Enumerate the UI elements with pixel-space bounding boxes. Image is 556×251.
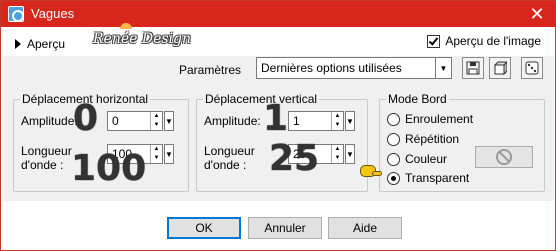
radio-repetition[interactable]: Répétition xyxy=(387,132,459,146)
radio-label: Couleur xyxy=(405,152,448,166)
v-amplitude-label: Amplitude: xyxy=(204,114,261,128)
watermark-logo: Renée Design xyxy=(93,19,191,55)
ok-button[interactable]: OK xyxy=(167,217,241,239)
expand-triangle-icon xyxy=(15,39,21,49)
window-title: Vagues xyxy=(31,6,75,21)
params-selected-value: Dernières options utilisées xyxy=(261,61,402,75)
save-preset-button[interactable] xyxy=(462,57,484,79)
h-amplitude-value[interactable]: 0 xyxy=(108,114,150,128)
watermark-ornament xyxy=(115,19,137,29)
group-title: Mode Bord xyxy=(386,92,449,106)
v-wavelength-label-1: Longueur xyxy=(204,144,255,158)
title-bar: Vagues ✕ xyxy=(1,1,555,27)
group-title: Déplacement vertical xyxy=(203,92,320,106)
checkbox-box[interactable] xyxy=(427,34,441,48)
apercu-label: Aperçu xyxy=(27,37,66,51)
v-wavelength-label-2: d'onde : xyxy=(204,158,247,172)
h-amplitude-label: Amplitude: xyxy=(21,114,78,128)
reset-icon xyxy=(493,61,507,75)
checkmark-icon xyxy=(429,34,439,46)
v-amplitude-dropdown[interactable]: ▼ xyxy=(345,111,355,131)
dice-icon xyxy=(525,61,539,75)
save-icon xyxy=(466,61,480,75)
chevron-down-icon[interactable]: ▼ xyxy=(435,58,451,78)
color-swatch-button[interactable] xyxy=(475,146,533,168)
apercu-expander[interactable]: Aperçu xyxy=(15,37,65,51)
radio-button[interactable] xyxy=(387,152,400,166)
radio-button[interactable] xyxy=(387,112,400,126)
annotation-h-amplitude: 0 xyxy=(73,98,99,139)
v-wavelength-dropdown[interactable]: ▼ xyxy=(345,144,355,164)
h-amplitude-input[interactable]: 0 ▲ ▼ xyxy=(107,111,163,131)
randomize-button[interactable] xyxy=(521,57,543,79)
h-wavelength-dropdown[interactable]: ▼ xyxy=(164,144,174,164)
spinner-arrows-icon[interactable]: ▲ ▼ xyxy=(331,145,343,163)
radio-label: Enroulement xyxy=(405,112,474,126)
spinner-arrows-icon[interactable]: ▲ ▼ xyxy=(150,112,162,130)
annotation-v-amplitude: 1 xyxy=(263,98,289,139)
params-dropdown[interactable]: Dernières options utilisées ▼ xyxy=(256,57,452,79)
preview-label: Aperçu de l'image xyxy=(445,34,541,48)
help-button[interactable]: Aide xyxy=(328,217,402,239)
hand-finger xyxy=(372,171,382,176)
watermark-text: Renée Design xyxy=(93,31,192,47)
no-color-icon xyxy=(496,149,512,165)
app-icon xyxy=(8,6,24,22)
cancel-button[interactable]: Annuler xyxy=(248,217,322,239)
v-amplitude-value[interactable]: 1 xyxy=(289,114,331,128)
radio-couleur[interactable]: Couleur xyxy=(387,152,447,166)
preview-checkbox[interactable]: Aperçu de l'image xyxy=(427,34,541,48)
h-wavelength-label-1: Longueur xyxy=(21,144,72,158)
radio-label: Transparent xyxy=(405,171,470,185)
radio-transparent[interactable]: Transparent xyxy=(387,171,469,185)
radio-enroulement[interactable]: Enroulement xyxy=(387,112,473,126)
params-label: Paramètres xyxy=(179,63,242,77)
annotation-h-wavelength: 100 xyxy=(71,148,147,189)
annotation-v-wavelength: 25 xyxy=(269,138,320,179)
radio-label: Répétition xyxy=(405,132,460,146)
radio-button[interactable] xyxy=(387,132,400,146)
vagues-dialog: Vagues ✕ Renée Design Aperçu Aperçu de l… xyxy=(0,0,556,251)
spinner-arrows-icon[interactable]: ▲ ▼ xyxy=(331,112,343,130)
pointing-hand-icon xyxy=(356,161,382,181)
h-wavelength-label-2: d'onde : xyxy=(21,158,64,172)
close-button[interactable]: ✕ xyxy=(527,4,547,24)
spinner-arrows-icon[interactable]: ▲ ▼ xyxy=(150,145,162,163)
radio-button-selected[interactable] xyxy=(387,171,400,185)
v-amplitude-input[interactable]: 1 ▲ ▼ xyxy=(288,111,344,131)
reset-button[interactable] xyxy=(489,57,511,79)
h-amplitude-dropdown[interactable]: ▼ xyxy=(164,111,174,131)
